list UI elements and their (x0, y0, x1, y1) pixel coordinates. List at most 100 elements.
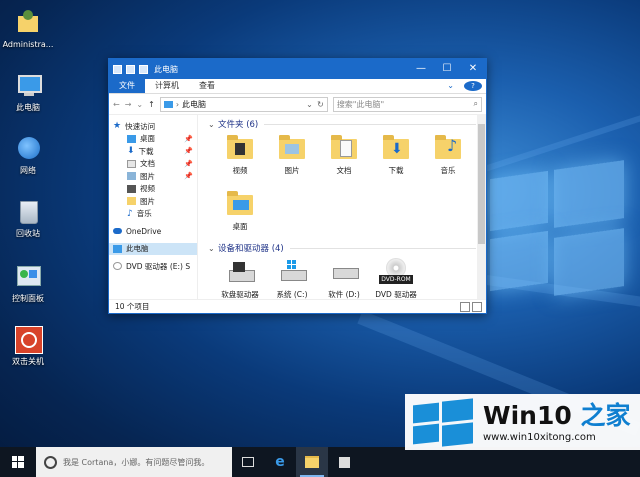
expand-ribbon-icon[interactable]: ⌄ (441, 79, 460, 93)
tab-computer[interactable]: 计算机 (145, 79, 189, 93)
power-icon (15, 326, 43, 354)
maximize-button[interactable]: ☐ (434, 59, 460, 79)
drive-software-d[interactable]: 软件 (D:) (318, 254, 370, 300)
start-button[interactable] (0, 447, 36, 477)
large-icons-view-icon[interactable] (472, 301, 482, 312)
folder-desktop[interactable]: 桌面 (214, 186, 266, 242)
desktop-icon-control-panel[interactable]: 控制面板 (0, 263, 56, 304)
details-view-icon[interactable] (460, 301, 470, 312)
content-pane[interactable]: ⌄ 文件夹 (6) 视频 图片 文档 ⬇ 下载 ♪ 音乐 桌面 ⌄ 设备和驱动器… (198, 114, 486, 300)
folder-videos[interactable]: 视频 (214, 130, 266, 186)
edge-button[interactable]: e (264, 447, 296, 477)
forward-arrow-icon[interactable]: → (125, 100, 132, 109)
store-icon (338, 456, 350, 468)
pictures-icon (127, 172, 136, 181)
recent-chevron-icon[interactable]: ⌄ (136, 100, 143, 109)
pin-icon[interactable]: 📌 (184, 160, 193, 168)
windows-logo-icon (12, 456, 24, 468)
nav-quick-access[interactable]: ★ 快速访问 (109, 120, 197, 133)
collapse-chevron-icon[interactable]: ⌄ (208, 244, 218, 253)
cloud-icon (113, 228, 122, 235)
desktop-icon-recycle-bin[interactable]: 回收站 (0, 198, 56, 239)
cortana-icon (44, 455, 57, 469)
desktop-icon-shutdown[interactable]: 双击关机 (0, 326, 56, 367)
nav-desktop[interactable]: 桌面 📌 (109, 133, 197, 146)
computer-icon (113, 244, 122, 253)
nav-downloads[interactable]: ⬇ 下载 📌 (109, 145, 197, 158)
desktop-icon (127, 134, 136, 143)
navigation-pane[interactable]: ★ 快速访问 桌面 📌 ⬇ 下载 📌 文档 📌 图片 📌 视频 图片 ♪ 音乐 … (109, 114, 198, 300)
tile-label: 文档 (336, 166, 352, 175)
scrollbar-thumb[interactable] (478, 124, 485, 244)
new-folder-icon[interactable] (139, 64, 148, 74)
watermark-brand: Win10 之家 (483, 400, 631, 430)
folder-music[interactable]: ♪ 音乐 (422, 130, 474, 186)
hard-drive-icon (331, 258, 359, 286)
nav-dvd-drive[interactable]: DVD 驱动器 (E:) S (109, 260, 197, 273)
computer-small-icon[interactable] (113, 64, 122, 74)
window-title: 此电脑 (154, 64, 178, 74)
folder-pictures[interactable]: 图片 (266, 130, 318, 186)
pin-icon[interactable]: 📌 (184, 135, 193, 143)
nav-music[interactable]: ♪ 音乐 (109, 208, 197, 221)
explorer-window[interactable]: 此电脑 — ☐ ✕ 文件 计算机 查看 ⌄ ? ← → ⌄ ↑ › 此电脑 ⌄ … (108, 58, 487, 314)
store-button[interactable] (328, 447, 360, 477)
edge-icon: e (275, 454, 285, 470)
task-view-button[interactable] (232, 447, 264, 477)
quick-access-toolbar (109, 64, 148, 74)
documents-folder-icon (331, 134, 357, 162)
vertical-scrollbar[interactable] (477, 114, 486, 300)
drives-group-header[interactable]: ⌄ 设备和驱动器 (4) (208, 242, 476, 254)
nav-pictures-folder[interactable]: 图片 (109, 195, 197, 208)
nav-pictures[interactable]: 图片 📌 (109, 170, 197, 183)
folders-group-header[interactable]: ⌄ 文件夹 (6) (208, 118, 476, 130)
address-dropdown-icon[interactable]: ⌄ (306, 100, 313, 109)
minimize-button[interactable]: — (408, 59, 434, 79)
task-view-icon (242, 457, 254, 467)
desktop-icon-administrator[interactable]: Administra... (0, 10, 56, 49)
tab-file[interactable]: 文件 (109, 79, 145, 93)
collapse-chevron-icon[interactable]: ⌄ (208, 120, 218, 129)
title-bar[interactable]: 此电脑 — ☐ ✕ (109, 59, 486, 79)
dvd-rom-badge: DVD-ROM (379, 275, 413, 284)
nav-label: 此电脑 (126, 244, 149, 254)
nav-label: 下载 (138, 146, 154, 156)
pictures-folder-icon (279, 134, 305, 162)
properties-icon[interactable] (126, 64, 135, 74)
music-icon: ♪ (127, 208, 133, 219)
nav-videos[interactable]: 视频 (109, 183, 197, 196)
cortana-search-box[interactable]: 我是 Cortana，小娜。有问题尽管问我。 (36, 447, 232, 477)
drive-system-c[interactable]: 系统 (C:) (266, 254, 318, 300)
system-drive-icon (279, 258, 307, 286)
nav-label: 音乐 (136, 209, 152, 219)
path-separator-icon: › (175, 99, 180, 109)
nav-label: 视频 (140, 184, 155, 194)
folder-documents[interactable]: 文档 (318, 130, 370, 186)
nav-onedrive[interactable]: OneDrive (109, 225, 197, 238)
nav-this-pc[interactable]: 此电脑 (109, 242, 197, 255)
address-path: 此电脑 (182, 99, 207, 109)
up-arrow-icon[interactable]: ↑ (148, 100, 155, 109)
file-explorer-button[interactable] (296, 447, 328, 477)
back-arrow-icon[interactable]: ← (113, 100, 120, 109)
nav-documents[interactable]: 文档 📌 (109, 158, 197, 171)
video-icon (127, 184, 136, 193)
video-folder-icon (227, 134, 253, 162)
desktop-icon-network[interactable]: 网络 (0, 135, 56, 176)
music-folder-icon: ♪ (435, 134, 461, 162)
drive-floppy[interactable]: 软盘驱动器 (A:) (214, 254, 266, 300)
search-input[interactable]: 搜索"此电脑" ⌕ (332, 96, 482, 112)
drive-dvd-e[interactable]: DVD-ROM DVD 驱动器 (E:) 爱封 (370, 254, 422, 300)
address-input[interactable]: › 此电脑 ⌄ ↻ (159, 96, 328, 112)
nav-label: 图片 (140, 171, 155, 181)
desktop-icon-this-pc[interactable]: 此电脑 (0, 72, 56, 113)
help-icon[interactable]: ? (464, 81, 482, 91)
pin-icon[interactable]: 📌 (184, 172, 193, 180)
tab-view[interactable]: 查看 (189, 79, 225, 93)
folder-downloads[interactable]: ⬇ 下载 (370, 130, 422, 186)
refresh-icon[interactable]: ↻ (317, 100, 324, 109)
pin-icon[interactable]: 📌 (184, 147, 193, 155)
floppy-drive-icon (227, 258, 255, 286)
user-folder-icon (15, 10, 41, 36)
close-button[interactable]: ✕ (460, 59, 486, 79)
